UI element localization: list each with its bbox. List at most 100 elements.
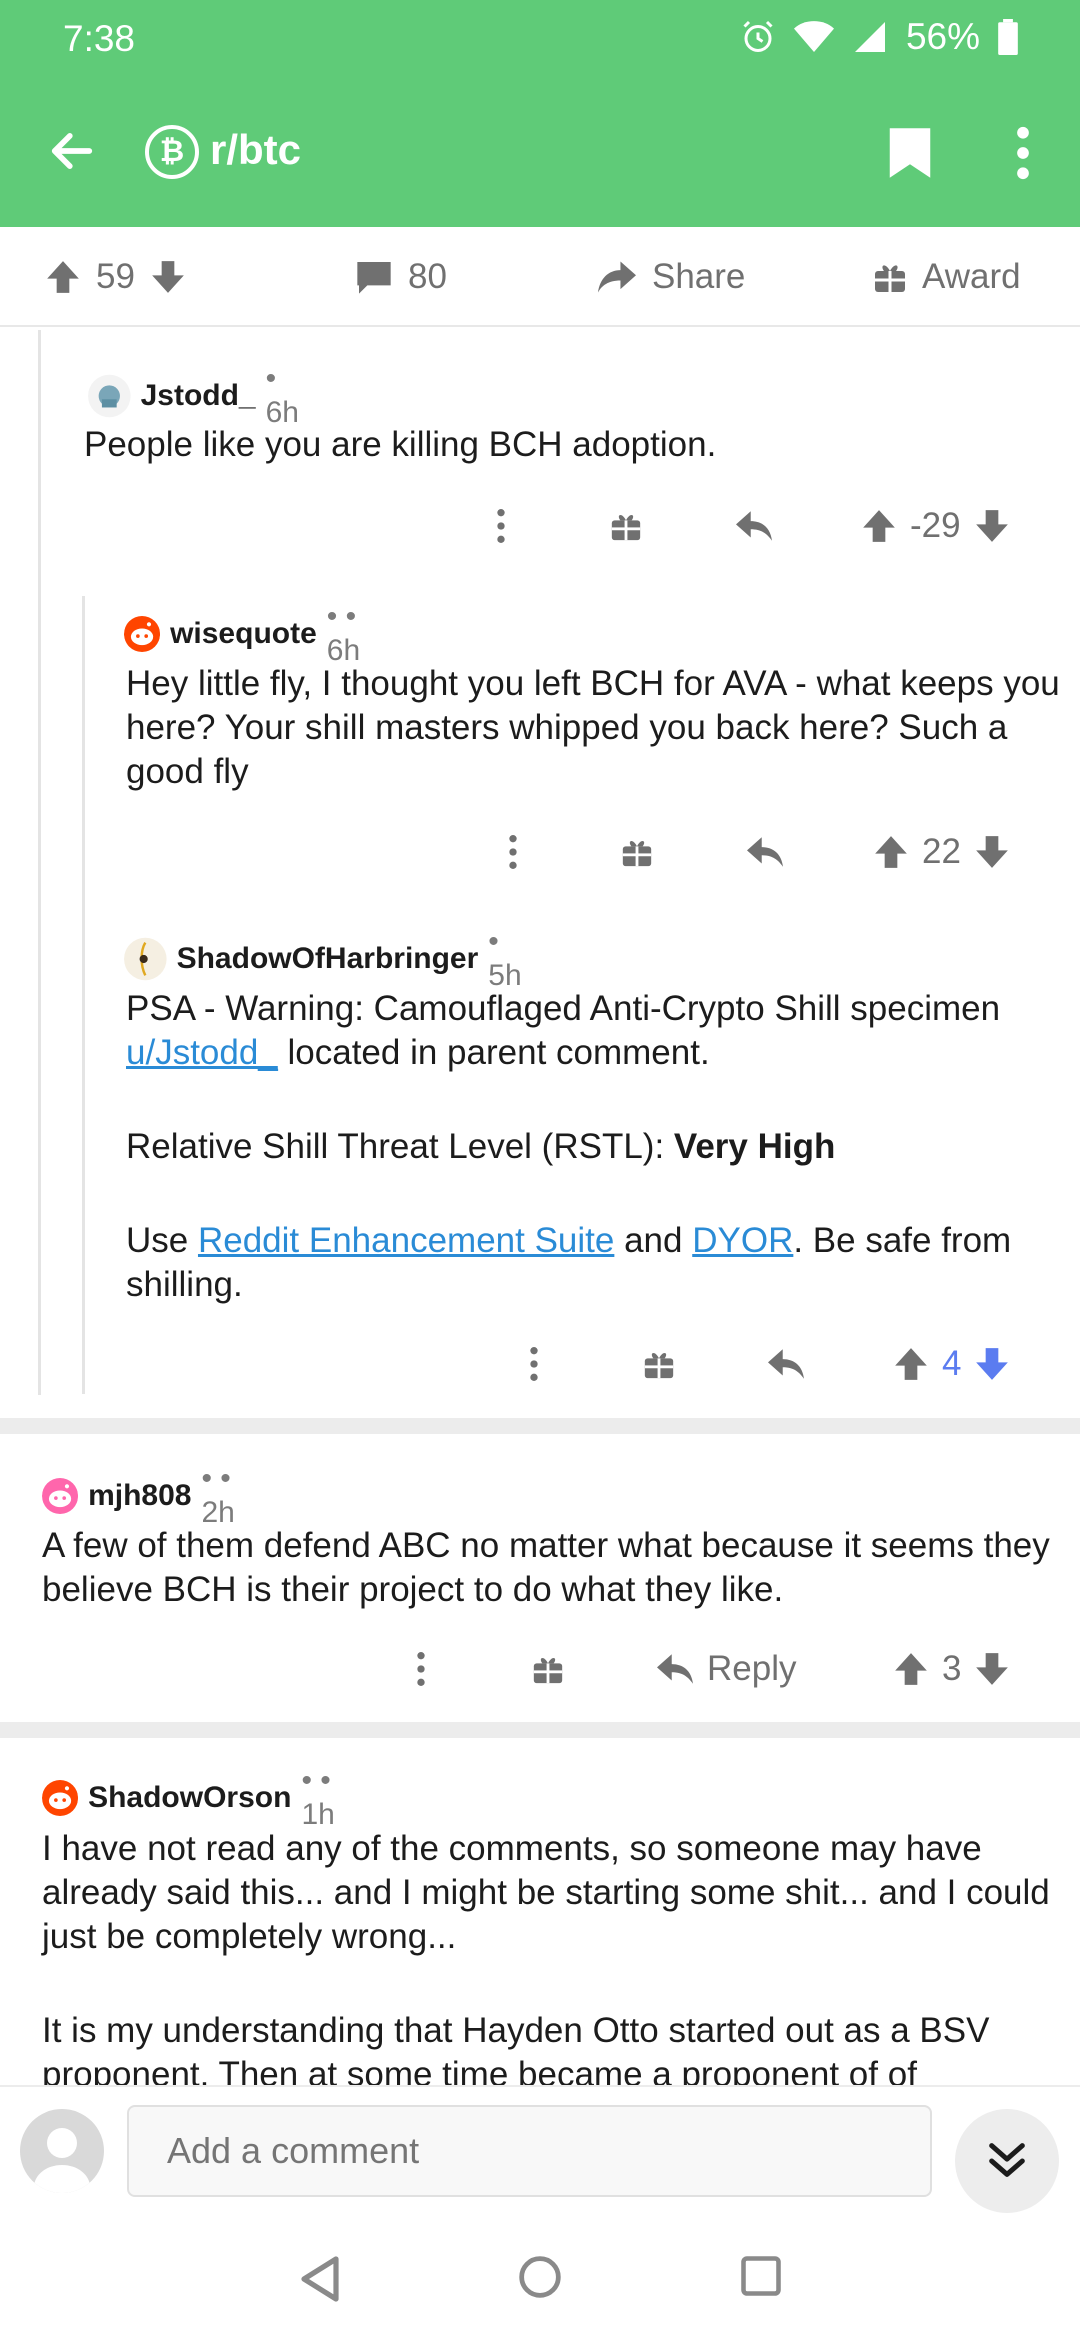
- comment-body: PSA - Warning: Camouflaged Anti-Crypto S…: [126, 987, 1061, 1307]
- comment-author[interactable]: ShadowOfHarbringer: [177, 942, 479, 976]
- post-vote: 59: [44, 227, 187, 327]
- user-avatar-placeholder: [20, 2109, 104, 2193]
- comment-paragraph: Relative Shill Threat Level (RSTL): Very…: [126, 1127, 836, 1166]
- overflow-menu-icon[interactable]: [1006, 126, 1040, 180]
- comment-reply-button[interactable]: [766, 1334, 806, 1394]
- comment-reply-button[interactable]: [734, 496, 774, 556]
- comment-author[interactable]: wisequote: [170, 617, 317, 651]
- comment-score: 4: [942, 1344, 962, 1383]
- comment-actions: 22: [0, 822, 1080, 882]
- battery-percent: 56%: [905, 16, 980, 57]
- comment-award-button[interactable]: [642, 1334, 676, 1394]
- double-chevron-down-icon: [989, 2143, 1025, 2177]
- comment-meta: • • 6h: [326, 600, 361, 667]
- subreddit-name[interactable]: r/btc: [210, 126, 301, 174]
- comment-paragraph: Use Reddit Enhancement Suite and DYOR. B…: [126, 1221, 1012, 1304]
- more-vertical-icon: [417, 1652, 425, 1686]
- nav-recents-icon[interactable]: [740, 2255, 782, 2297]
- gift-icon: [533, 1657, 563, 1684]
- user-avatar[interactable]: [42, 1470, 79, 1522]
- share-button[interactable]: Share: [596, 227, 745, 327]
- award-button[interactable]: Award: [872, 227, 1021, 327]
- user-avatar[interactable]: [42, 1772, 79, 1824]
- comment-body: I have not read any of the comments, so …: [42, 1827, 1052, 2085]
- comment-award-button[interactable]: [531, 1639, 565, 1699]
- upvote-icon[interactable]: [44, 258, 82, 296]
- alarm-icon: [743, 20, 773, 52]
- gift-icon: [875, 265, 905, 292]
- wifi-icon: [793, 21, 834, 52]
- upvote-icon[interactable]: [860, 507, 898, 545]
- comment-vote: 4: [892, 1334, 1011, 1394]
- collapse-comments-button[interactable]: [955, 2109, 1059, 2213]
- reply-arrow-icon: [747, 837, 783, 867]
- comments-count-button[interactable]: 80: [354, 227, 447, 327]
- res-link[interactable]: Reddit Enhancement Suite: [198, 1221, 614, 1260]
- comment-paragraph: I have not read any of the comments, so …: [42, 1829, 1050, 1956]
- battery-icon: [998, 19, 1018, 55]
- comment-more-button[interactable]: [500, 822, 526, 882]
- nav-back-icon[interactable]: [298, 2255, 342, 2303]
- reply-arrow-icon: [657, 1654, 693, 1684]
- downvote-icon[interactable]: [973, 507, 1011, 545]
- back-arrow-icon[interactable]: [46, 125, 98, 177]
- comment-body: Hey little fly, I thought you left BCH f…: [126, 664, 1060, 791]
- downvote-icon[interactable]: [149, 258, 187, 296]
- comment-composer: [0, 2085, 1080, 2215]
- comment-vote: 22: [872, 822, 1011, 882]
- more-vertical-icon: [497, 509, 505, 543]
- comment-score: -29: [910, 506, 961, 545]
- reply-arrow-icon: [768, 1349, 804, 1379]
- bookmark-icon[interactable]: [887, 126, 933, 180]
- post-action-bar: 59 80 Share Award: [0, 227, 1080, 327]
- upvote-icon[interactable]: [892, 1650, 930, 1688]
- user-avatar[interactable]: [88, 370, 131, 422]
- comment-author[interactable]: Jstodd_: [141, 379, 256, 413]
- comment-score: 3: [942, 1649, 962, 1688]
- comment-reply-button[interactable]: Reply: [655, 1639, 796, 1699]
- user-mention-link[interactable]: u/Jstodd_: [126, 1033, 278, 1072]
- comment-award-button[interactable]: [609, 496, 643, 556]
- comment-more-button[interactable]: [521, 1334, 547, 1394]
- upvote-icon[interactable]: [892, 1345, 930, 1383]
- comment-body: People like you are killing BCH adoption…: [84, 425, 717, 464]
- upvote-icon[interactable]: [872, 833, 910, 871]
- post-score: 59: [96, 257, 135, 296]
- user-avatar[interactable]: [124, 608, 161, 660]
- comment-score: 22: [922, 832, 961, 871]
- comment-vote: 3: [892, 1639, 1011, 1699]
- signal-icon: [854, 22, 885, 52]
- threat-level-value: Very High: [673, 1127, 836, 1166]
- share-arrow-icon: [598, 261, 636, 293]
- comment-vote: -29: [860, 496, 1011, 556]
- comment-body: A few of them defend ABC no matter what …: [42, 1526, 1050, 1609]
- dyor-link[interactable]: DYOR: [692, 1221, 793, 1260]
- comment-author[interactable]: ShadowOrson: [88, 1781, 291, 1815]
- comment-actions: 4: [0, 1334, 1080, 1394]
- comment-divider: [0, 1722, 1080, 1738]
- nav-home-icon[interactable]: [518, 2255, 562, 2299]
- comment-meta: • • 2h: [201, 1462, 235, 1529]
- downvote-icon[interactable]: [973, 833, 1011, 871]
- comment-more-button[interactable]: [408, 1639, 434, 1699]
- gift-icon: [611, 514, 641, 541]
- comment-paragraph: PSA - Warning: Camouflaged Anti-Crypto S…: [126, 989, 1001, 1072]
- more-vertical-icon: [509, 835, 517, 869]
- subreddit-icon: ₿: [145, 125, 199, 179]
- comment-paragraph: It is my understanding that Hayden Otto …: [42, 2011, 990, 2085]
- gift-icon: [644, 1352, 674, 1379]
- comment-actions: -29: [0, 496, 1080, 556]
- comment-author[interactable]: mjh808: [88, 1479, 191, 1513]
- comment-bubble-icon: [357, 262, 391, 294]
- gift-icon: [622, 840, 652, 867]
- comment-actions: Reply 3: [0, 1639, 1080, 1699]
- downvote-icon-active[interactable]: [973, 1345, 1011, 1383]
- comment-meta: • 5h: [488, 925, 522, 992]
- downvote-icon[interactable]: [973, 1650, 1011, 1688]
- comment-reply-button[interactable]: [745, 822, 785, 882]
- status-time: 7:38: [63, 18, 136, 59]
- user-avatar[interactable]: [124, 933, 167, 985]
- comment-award-button[interactable]: [620, 822, 654, 882]
- comment-input[interactable]: [127, 2105, 932, 2197]
- comment-more-button[interactable]: [488, 496, 514, 556]
